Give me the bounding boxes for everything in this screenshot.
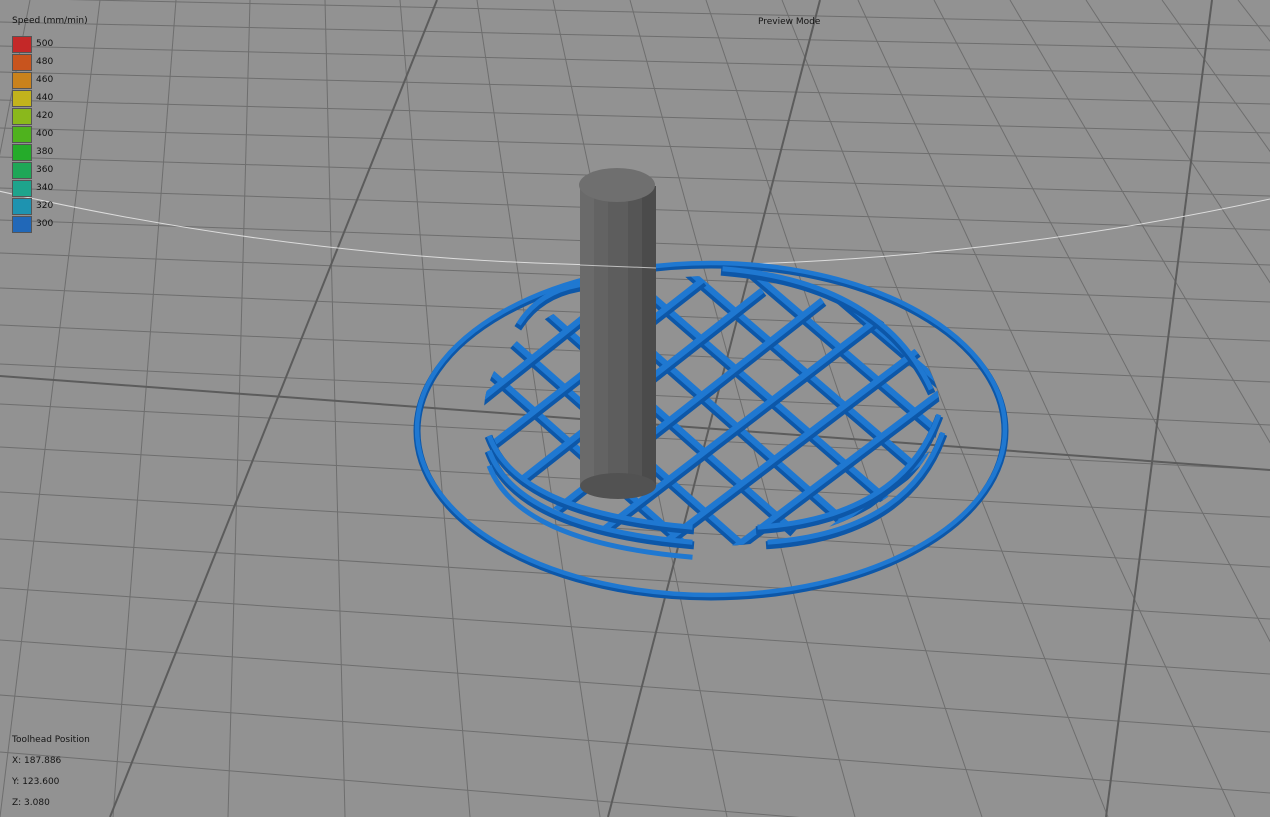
preview-mode-label: Preview Mode	[758, 17, 821, 27]
legend-speed-label: 360	[36, 165, 54, 175]
legend-item: 500	[12, 36, 72, 54]
legend-speed-label: 440	[36, 93, 54, 103]
legend-item: 460	[12, 72, 72, 90]
legend-item: 300	[12, 216, 72, 234]
legend-color-swatch	[12, 108, 32, 125]
legend-rows: 500 480 460 440 420 400 380 360 340 320 300	[12, 36, 72, 234]
toolhead-x-readout: X: 187.886	[12, 756, 62, 766]
legend-color-swatch	[12, 54, 32, 71]
toolhead-y-readout: Y: 123.600	[12, 777, 60, 787]
legend-item: 440	[12, 90, 72, 108]
legend-speed-label: 320	[36, 201, 54, 211]
legend-color-swatch	[12, 162, 32, 179]
legend-item: 320	[12, 198, 72, 216]
legend-title: Speed (mm/min)	[12, 16, 88, 26]
legend-color-swatch	[12, 90, 32, 107]
legend-color-swatch	[12, 198, 32, 215]
legend-item: 380	[12, 144, 72, 162]
toolhead-z-readout: Z: 3.080	[12, 798, 50, 808]
3d-preview-viewport[interactable]: Preview Mode Speed (mm/min) 500 480 460 440…	[0, 0, 1270, 817]
legend-speed-label: 500	[36, 39, 54, 49]
legend-speed-label: 400	[36, 129, 54, 139]
cylinder-model	[579, 168, 657, 499]
legend-speed-label: 380	[36, 147, 54, 157]
legend-item: 400	[12, 126, 72, 144]
legend-color-swatch	[12, 72, 32, 89]
legend-color-swatch	[12, 126, 32, 143]
legend-color-swatch	[12, 144, 32, 161]
build-plate-scene[interactable]	[0, 0, 1270, 817]
legend-item: 360	[12, 162, 72, 180]
legend-item: 480	[12, 54, 72, 72]
legend-color-swatch	[12, 216, 32, 233]
legend-color-swatch	[12, 36, 32, 53]
legend-color-swatch	[12, 180, 32, 197]
legend-speed-label: 460	[36, 75, 54, 85]
legend-speed-label: 340	[36, 183, 54, 193]
legend-speed-label: 420	[36, 111, 54, 121]
legend-item: 340	[12, 180, 72, 198]
legend-item: 420	[12, 108, 72, 126]
toolhead-position-title: Toolhead Position	[12, 735, 90, 745]
legend-speed-label: 300	[36, 219, 54, 229]
legend-speed-label: 480	[36, 57, 54, 67]
